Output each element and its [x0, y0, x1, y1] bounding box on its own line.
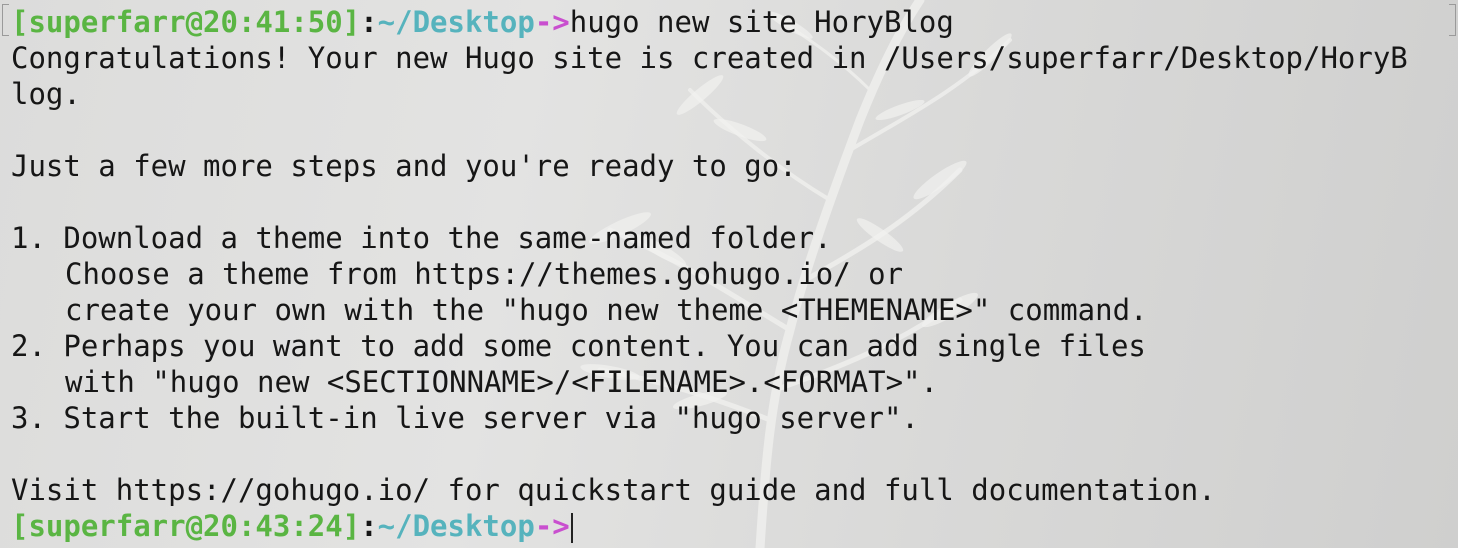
- prompt-path: ~/Desktop: [377, 5, 535, 39]
- output-line: Just a few more steps and you're ready t…: [11, 149, 797, 183]
- prompt-line-2[interactable]: [superfarr@20:43:24]:~/Desktop->: [11, 508, 1458, 544]
- terminal-window[interactable]: [superfarr@20:41:50]:~/Desktop->hugo new…: [0, 0, 1458, 548]
- output-line: 2. Perhaps you want to add some content.…: [11, 329, 1146, 363]
- output-line: with "hugo new <SECTIONNAME>/<FILENAME>.…: [65, 365, 938, 399]
- prompt-user-time: [superfarr@20:43:24]: [11, 509, 361, 543]
- output-line: log.: [11, 77, 81, 111]
- prompt-user-time: [superfarr@20:41:50]: [11, 5, 361, 39]
- right-edge-marker: [1449, 4, 1456, 36]
- prompt-line-1: [superfarr@20:41:50]:~/Desktop->hugo new…: [11, 4, 1458, 40]
- command-text: hugo new site HoryBlog: [569, 5, 954, 39]
- output-line: Congratulations! Your new Hugo site is c…: [11, 41, 1408, 75]
- left-edge-marker: [2, 4, 9, 36]
- output-line: Visit https://gohugo.io/ for quickstart …: [11, 473, 1216, 507]
- output-line: 1. Download a theme into the same-named …: [11, 221, 832, 255]
- prompt-colon: :: [360, 5, 378, 39]
- output-line: Choose a theme from https://themes.gohug…: [65, 257, 904, 291]
- output-line: 3. Start the built-in live server via "h…: [11, 401, 919, 435]
- prompt-arrow: ->: [534, 509, 570, 543]
- text-cursor: [570, 513, 573, 543]
- output-line: create your own with the "hugo new theme…: [65, 293, 1148, 327]
- prompt-arrow: ->: [534, 5, 570, 39]
- prompt-path: ~/Desktop: [377, 509, 535, 543]
- prompt-colon: :: [360, 509, 378, 543]
